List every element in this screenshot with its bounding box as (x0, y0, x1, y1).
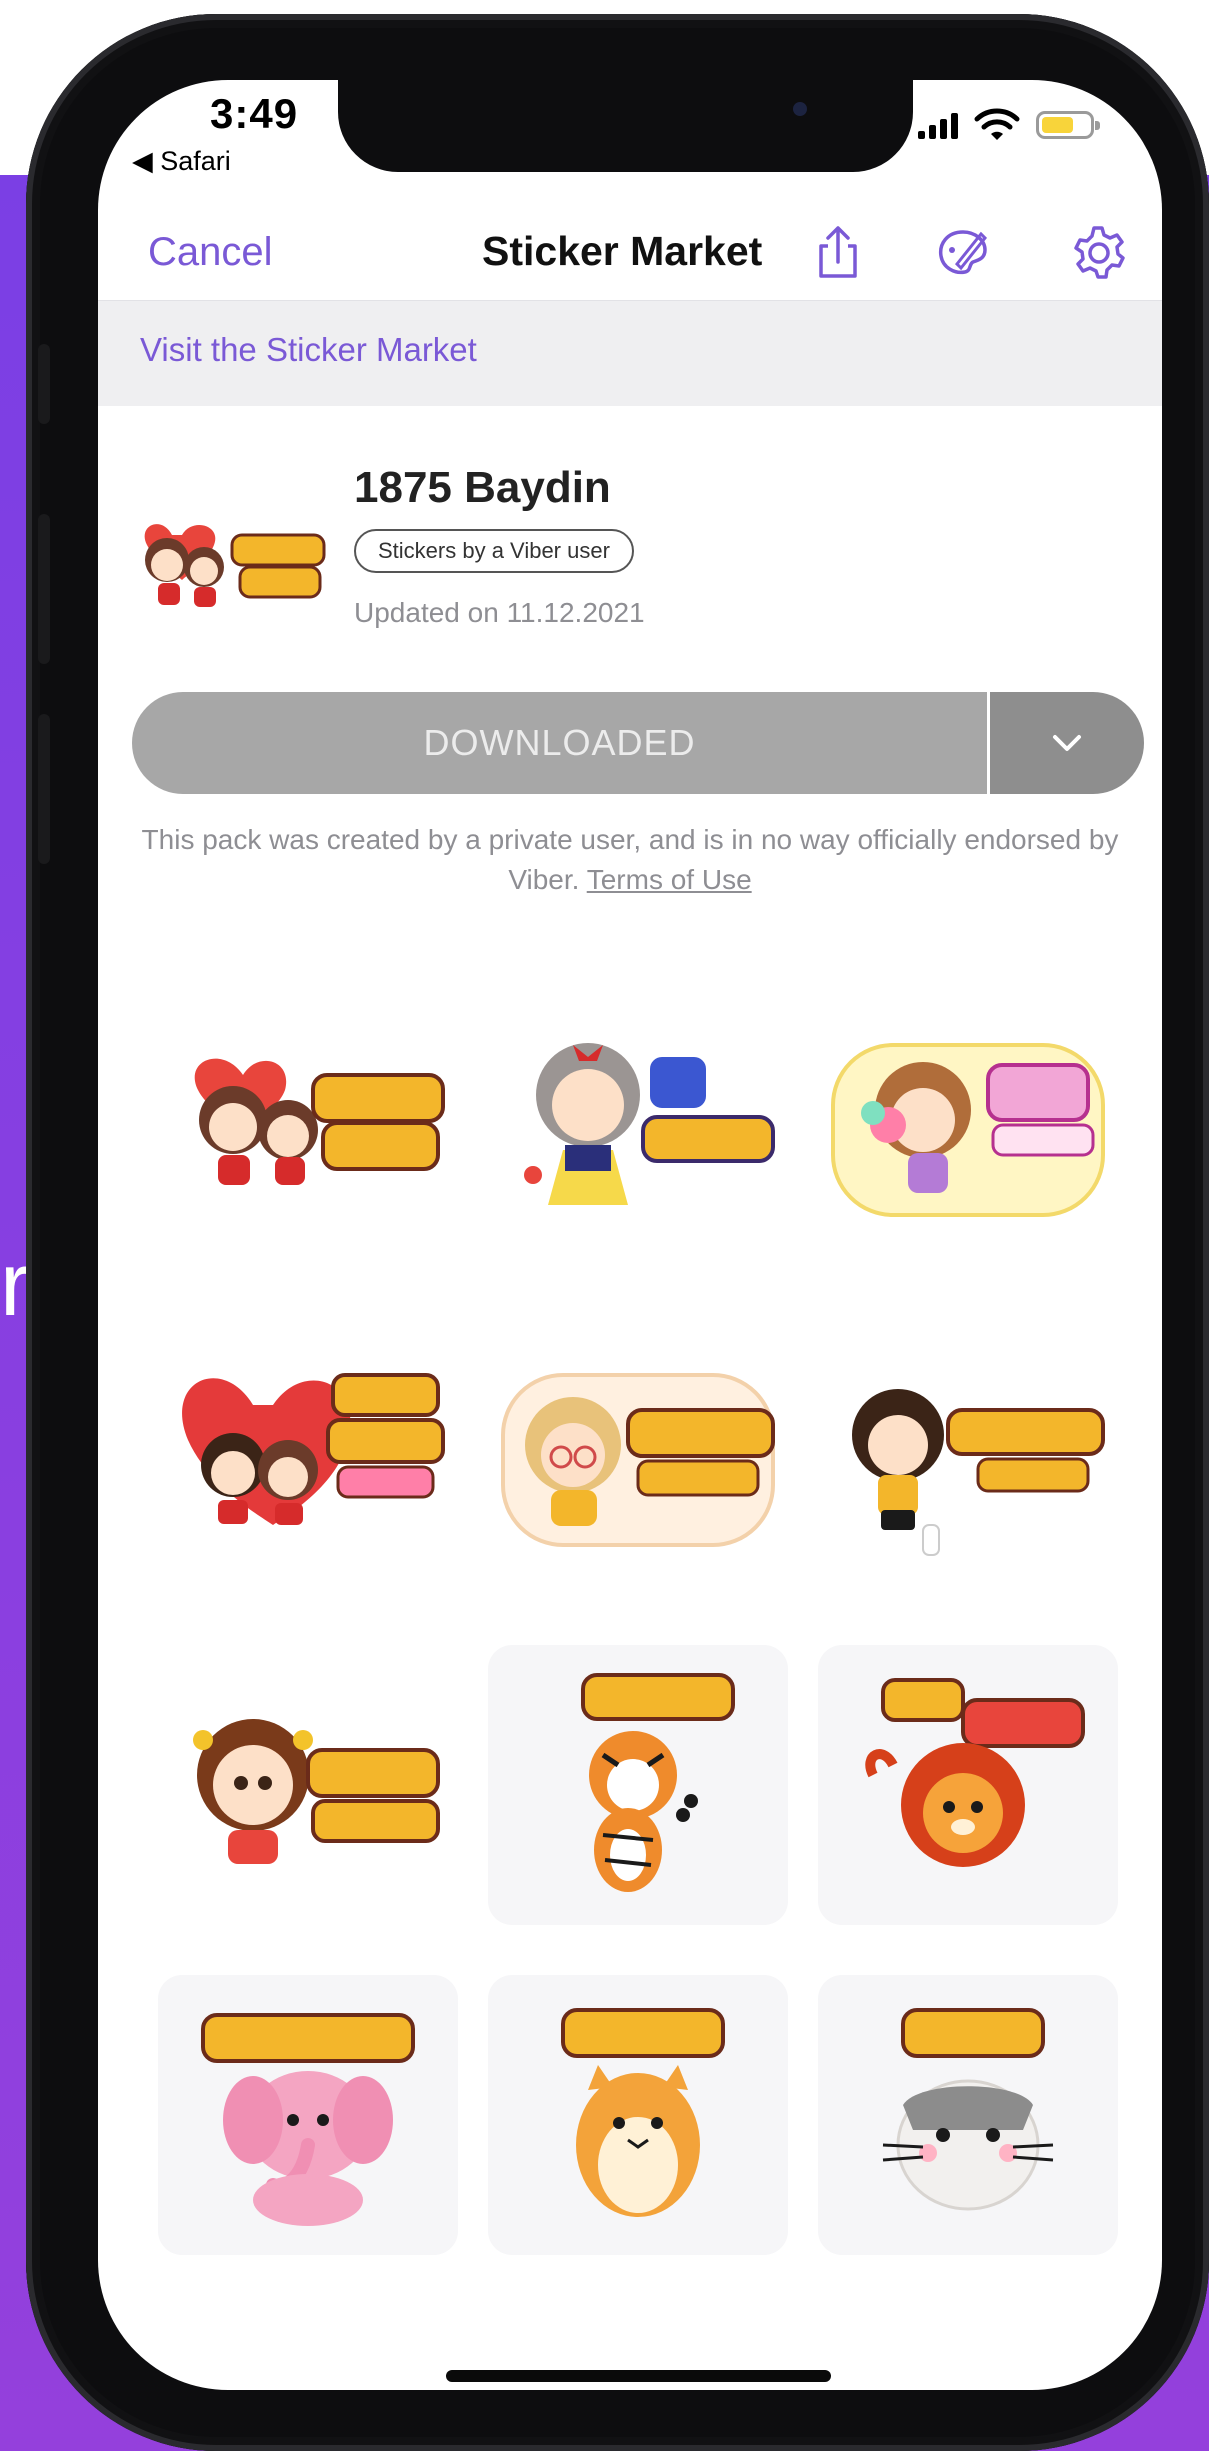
sticker-item[interactable] (488, 1315, 788, 1595)
page-title: Sticker Market (482, 228, 763, 274)
download-options-toggle[interactable] (987, 692, 1144, 794)
pack-thumbnail (144, 524, 326, 607)
status-icons (918, 108, 1100, 142)
pack-name: 1875 Baydin (354, 463, 611, 512)
sticker-item[interactable] (818, 1315, 1118, 1595)
sticker-item[interactable] (158, 985, 458, 1265)
pack-updated-date: Updated on 11.12.2021 (354, 597, 645, 628)
cancel-button[interactable]: Cancel (148, 230, 273, 275)
sticker-image (201, 2013, 415, 2226)
sticker-image (831, 1043, 1105, 1217)
signal-icon (918, 111, 958, 139)
sticker-item[interactable] (158, 1315, 458, 1595)
volume-up-button (38, 514, 50, 664)
share-icon[interactable] (808, 222, 868, 282)
disclaimer: This pack was created by a private user,… (138, 820, 1122, 900)
sticker-item[interactable] (488, 1645, 788, 1925)
screen: 3:49 ◀ Safari Cancel Sticker Market Visi… (98, 80, 1162, 2390)
sticker-image (194, 1058, 445, 1185)
wifi-icon (974, 108, 1020, 140)
back-to-safari[interactable]: ◀ Safari (132, 146, 231, 177)
notch (338, 80, 913, 172)
sticker-image (561, 2008, 725, 2217)
camera-dot (793, 102, 807, 116)
sticker-image (581, 1673, 735, 1892)
visit-market-bar: Visit the Sticker Market (98, 300, 1162, 406)
palette-icon[interactable] (933, 222, 993, 282)
sticker-item[interactable] (488, 1975, 788, 2255)
battery-icon (1036, 111, 1100, 139)
sticker-image (865, 1678, 1085, 1867)
volume-down-button (38, 714, 50, 864)
terms-of-use-link[interactable]: Terms of Use (587, 864, 752, 895)
sticker-item[interactable] (158, 1645, 458, 1925)
sticker-image (882, 2008, 1054, 2211)
sticker-grid (158, 985, 1118, 2255)
sticker-item[interactable] (158, 1975, 458, 2255)
sticker-item[interactable] (818, 1975, 1118, 2255)
download-control: DOWNLOADED (132, 692, 1144, 794)
status-time: 3:49 (210, 90, 299, 137)
sticker-item[interactable] (818, 985, 1118, 1265)
sticker-item[interactable] (818, 1645, 1118, 1925)
gear-icon[interactable] (1068, 222, 1128, 282)
downloaded-button[interactable]: DOWNLOADED (132, 692, 987, 794)
sticker-image (182, 1373, 445, 1525)
sticker-item[interactable] (488, 985, 788, 1265)
sticker-image (501, 1373, 775, 1547)
pack-author-badge: Stickers by a Viber user (354, 529, 634, 573)
sticker-image (524, 1043, 775, 1205)
visit-market-link[interactable]: Visit the Sticker Market (140, 331, 477, 369)
mute-switch (38, 344, 50, 424)
chevron-down-icon (1053, 735, 1081, 751)
sticker-image (193, 1719, 440, 1864)
home-indicator[interactable] (446, 2370, 831, 2382)
sticker-image (852, 1389, 1105, 1556)
